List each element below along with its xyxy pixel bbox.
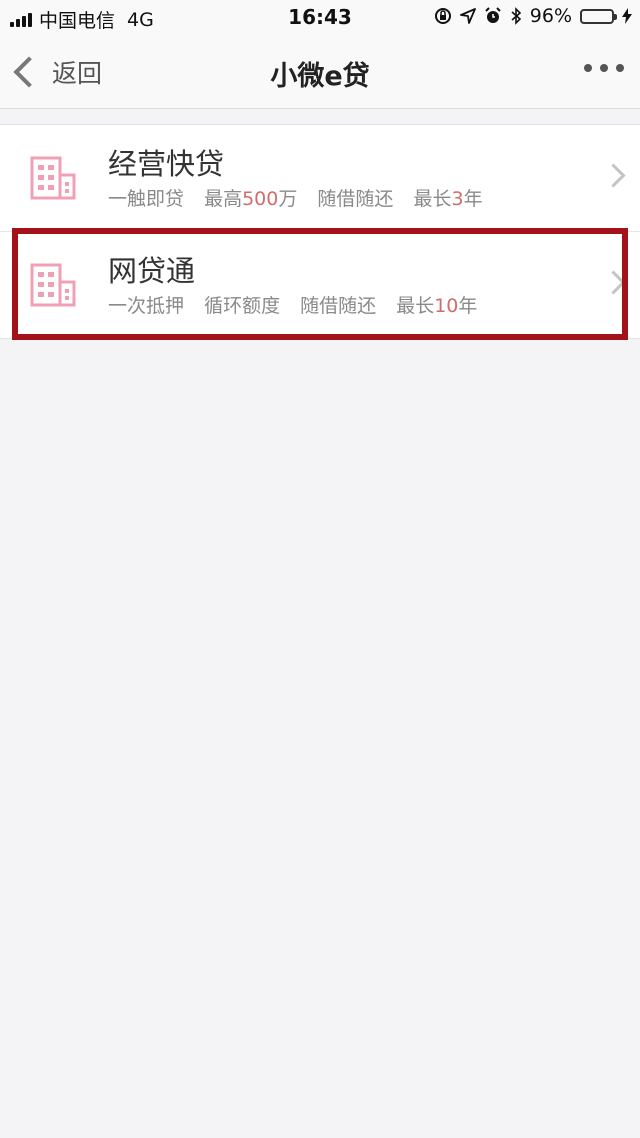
item-repay: 随借随还 <box>317 188 394 210</box>
more-dot-icon <box>616 64 624 72</box>
item-term: 最长10年 <box>396 295 478 317</box>
list-item-jingying-kuaidai[interactable]: 经营快贷 一触即贷 最高500万 随借随还 最长3年 <box>0 125 640 232</box>
bluetooth-icon <box>511 7 521 25</box>
more-options-button[interactable] <box>584 64 624 72</box>
item-repay: 随借随还 <box>300 295 377 317</box>
page-title: 小微e贷 <box>270 61 370 92</box>
item-title: 网贷通 <box>108 254 196 288</box>
list-item-wangdaitong[interactable]: 网贷通 一次抵押 循环额度 随借随还 最长10年 <box>0 232 640 338</box>
more-dot-icon <box>584 64 592 72</box>
building-icon <box>30 263 76 307</box>
item-subtitle: 一触即贷 最高500万 随借随还 最长3年 <box>108 184 497 211</box>
item-tag: 一次抵押 <box>108 295 185 317</box>
battery-percent: 96% <box>529 5 572 27</box>
lock-rotation-icon <box>434 8 451 24</box>
item-tag: 循环额度 <box>204 295 281 317</box>
building-icon <box>30 156 76 200</box>
item-tag: 一触即贷 <box>108 188 185 210</box>
more-dot-icon <box>600 64 608 72</box>
chevron-right-icon <box>601 270 626 295</box>
status-right: 96% <box>434 5 632 27</box>
item-max-amount: 最高500万 <box>204 188 298 210</box>
battery-icon <box>580 8 617 24</box>
item-title: 经营快贷 <box>108 147 225 181</box>
item-subtitle: 一次抵押 循环额度 随借随还 最长10年 <box>108 291 491 318</box>
status-bar: 中国电信 4G 16:43 96% <box>0 0 640 36</box>
nav-bar: 返回 小微e贷 <box>0 36 640 109</box>
location-arrow-icon <box>459 8 476 24</box>
item-term: 最长3年 <box>413 188 483 210</box>
chevron-right-icon <box>601 163 626 188</box>
alarm-icon <box>485 7 501 23</box>
loan-product-list: 经营快贷 一触即贷 最高500万 随借随还 最长3年 网贷通 一次抵押 循环额度… <box>0 124 640 339</box>
charging-icon <box>622 8 632 24</box>
